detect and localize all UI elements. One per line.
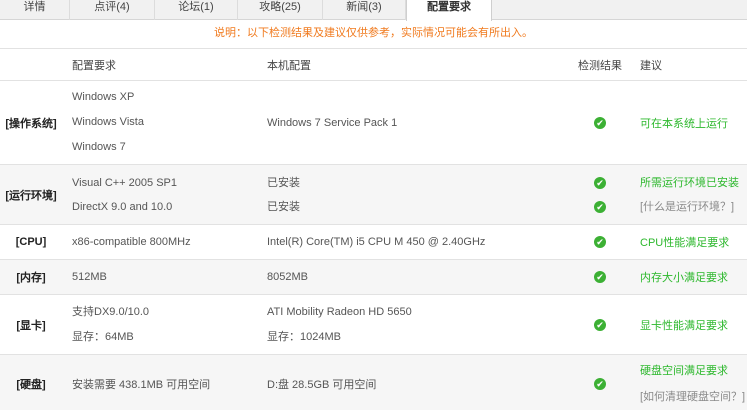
local-memory: 8052MB [256, 259, 570, 295]
header-advice: 建议 [630, 48, 747, 81]
header-requirement: 配置要求 [62, 48, 256, 81]
advice-runtime: 所需运行环境已安装 [什么是运行环境？] [630, 164, 747, 225]
requirements-table: 配置要求 本机配置 检测结果 建议 [操作系统] Windows XP Wind… [0, 48, 747, 410]
notice-text: 说明：以下检测结果及建议仅供参考，实际情况可能会有所出入。 [214, 27, 533, 39]
advice-os: 可在本系统上运行 [630, 80, 747, 165]
check-circle-icon: ✔ [594, 116, 606, 129]
table-row: [显卡] 支持DX9.0/10.0 显存：64MB ATI Mobility R… [0, 294, 747, 355]
tab-guides[interactable]: 攻略(25) [238, 0, 323, 20]
result-disk: ✔ [570, 354, 630, 410]
table-row: [硬盘] 安装需要 438.1MB 可用空间 D:盘 28.5GB 可用空间 ✔… [0, 354, 747, 410]
table-row: [操作系统] Windows XP Windows Vista Windows … [0, 80, 747, 165]
clean-disk-link[interactable]: [如何清理硬盘空间？] [640, 384, 747, 410]
req-cpu: x86-compatible 800MHz [62, 224, 256, 260]
result-os: ✔ [570, 80, 630, 165]
advice-gpu: 显卡性能满足要求 [630, 294, 747, 355]
tab-reviews[interactable]: 点评(4) [70, 0, 155, 20]
result-runtime: ✔ ✔ [570, 164, 630, 225]
category-gpu: [显卡] [0, 294, 62, 355]
local-cpu: Intel(R) Core(TM) i5 CPU M 450 @ 2.40GHz [256, 224, 570, 260]
result-memory: ✔ [570, 259, 630, 295]
category-memory: [内存] [0, 259, 62, 295]
category-runtime: [运行环境] [0, 164, 62, 225]
check-circle-icon: ✔ [594, 318, 606, 331]
req-gpu-2: 显存：64MB [72, 330, 134, 343]
advice-memory: 内存大小满足要求 [630, 259, 747, 295]
tab-bar: 详情 点评(4) 论坛(1) 攻略(25) 新闻(3) 配置要求 [0, 0, 747, 21]
local-gpu: ATI Mobility Radeon HD 5650 显存：1024MB [256, 294, 570, 355]
req-gpu: 支持DX9.0/10.0 显存：64MB [62, 294, 256, 355]
advice-runtime-1: 所需运行环境已安装 [640, 176, 739, 189]
req-os-3: Windows 7 [72, 141, 126, 153]
req-os-1: Windows XP [72, 91, 135, 103]
req-runtime: Visual C++ 2005 SP1 DirectX 9.0 and 10.0 [62, 164, 256, 225]
check-circle-icon: ✔ [594, 236, 606, 248]
req-memory: 512MB [62, 259, 256, 295]
what-is-runtime-link[interactable]: [什么是运行环境？] [640, 195, 747, 219]
local-disk: D:盘 28.5GB 可用空间 [256, 354, 570, 410]
local-runtime-1: 已安装 [267, 176, 300, 189]
local-runtime-2: 已安装 [267, 200, 300, 213]
category-os: [操作系统] [0, 80, 62, 165]
local-gpu-2: 显存：1024MB [267, 330, 341, 343]
table-row: [内存] 512MB 8052MB ✔ 内存大小满足要求 [0, 259, 747, 295]
result-gpu: ✔ [570, 294, 630, 355]
req-runtime-1: Visual C++ 2005 SP1 [72, 176, 177, 189]
req-os-2: Windows Vista [72, 116, 144, 128]
advice-cpu: CPU性能满足要求 [630, 224, 747, 260]
table-row: [运行环境] Visual C++ 2005 SP1 DirectX 9.0 a… [0, 164, 747, 225]
tab-requirements[interactable]: 配置要求 [406, 0, 492, 21]
req-disk: 安装需要 438.1MB 可用空间 [62, 354, 256, 410]
header-result: 检测结果 [570, 48, 630, 81]
local-runtime: 已安装 已安装 [256, 164, 570, 225]
category-disk: [硬盘] [0, 354, 62, 410]
category-cpu: [CPU] [0, 224, 62, 260]
advice-disk: 硬盘空间满足要求 [如何清理硬盘空间？] [630, 354, 747, 410]
req-gpu-1: 支持DX9.0/10.0 [72, 305, 150, 318]
check-circle-icon: ✔ [594, 377, 606, 390]
local-gpu-1: ATI Mobility Radeon HD 5650 [267, 305, 412, 318]
header-blank [0, 48, 62, 81]
check-circle-icon: ✔ [594, 271, 606, 283]
req-os: Windows XP Windows Vista Windows 7 [62, 80, 256, 165]
tab-forum[interactable]: 论坛(1) [155, 0, 238, 20]
check-circle-icon: ✔ [594, 200, 606, 213]
check-circle-icon: ✔ [594, 176, 606, 189]
table-header-row: 配置要求 本机配置 检测结果 建议 [0, 48, 747, 81]
advice-disk-1: 硬盘空间满足要求 [640, 364, 728, 377]
result-cpu: ✔ [570, 224, 630, 260]
header-local-config: 本机配置 [256, 48, 570, 81]
tab-details[interactable]: 详情 [0, 0, 70, 20]
local-os: Windows 7 Service Pack 1 [256, 80, 570, 165]
table-row: [CPU] x86-compatible 800MHz Intel(R) Cor… [0, 224, 747, 260]
req-runtime-2: DirectX 9.0 and 10.0 [72, 200, 173, 213]
tab-news[interactable]: 新闻(3) [323, 0, 406, 20]
